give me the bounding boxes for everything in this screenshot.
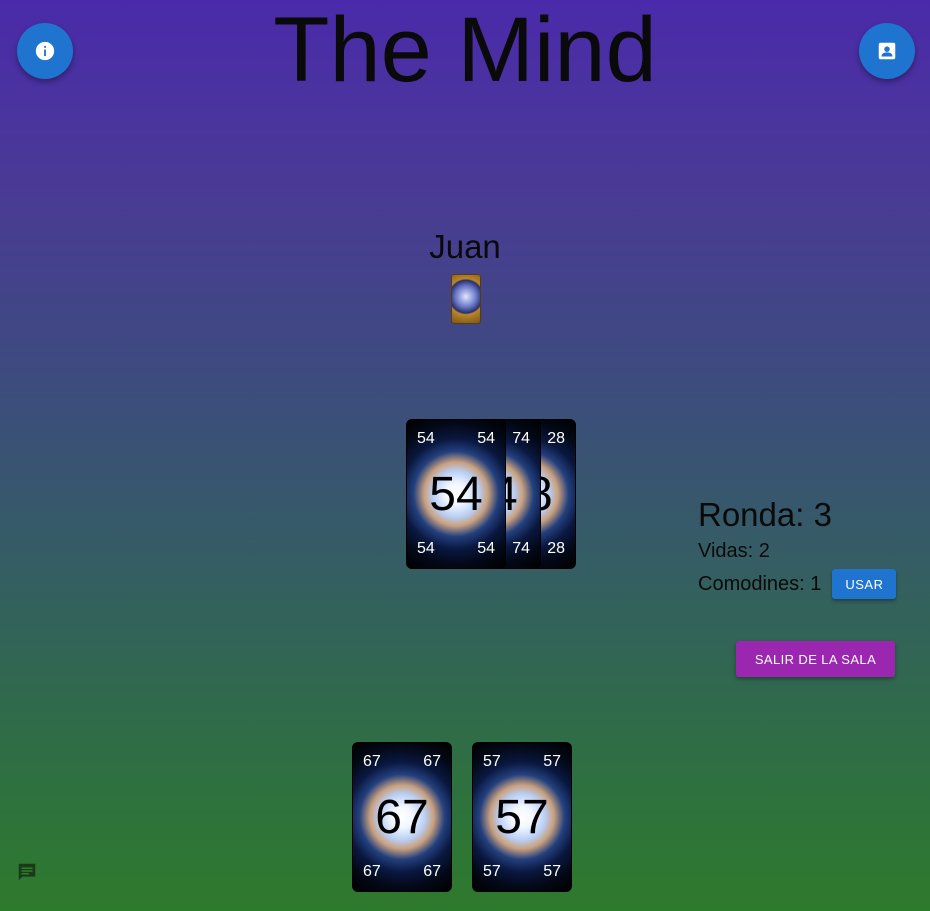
card-value: 67 [375,791,429,844]
hand-card[interactable]: 67 67 67 67 67 [352,742,452,892]
card-corner: 54 [477,430,495,447]
round-label: Ronda: 3 [698,496,832,533]
card-corner: 67 [363,863,381,880]
card-corner: 57 [483,863,501,880]
card-corner: 54 [417,430,435,447]
game-title: The Mind [273,0,657,101]
card-corner: 74 [512,430,530,447]
card-corner: 57 [543,753,561,770]
card-corner: 28 [547,430,565,447]
hand-card[interactable]: 57 57 57 57 57 [472,742,572,892]
leave-room-button[interactable]: SALIR DE LA SALA [736,641,895,677]
chat-icon[interactable] [16,861,38,883]
card-corner: 28 [547,540,565,557]
game-status-panel: Ronda: 3 Vidas: 2 Comodines: 1 USAR [698,496,897,599]
card-corner: 54 [417,540,435,557]
card-value: 54 [429,468,483,521]
card-corner: 57 [483,753,501,770]
player-card-back [451,274,481,324]
use-joker-button[interactable]: USAR [832,569,897,599]
player-name: Juan [429,228,501,265]
card-corner: 57 [543,863,561,880]
card-corner: 67 [423,753,441,770]
card-corner: 67 [423,863,441,880]
card-corner: 54 [477,540,495,557]
played-card-top: 54 54 54 54 54 [406,419,506,569]
card-value: 57 [495,791,549,844]
card-corner: 67 [363,753,381,770]
card-corner: 74 [512,540,530,557]
jokers-label: Comodines: 1 [698,572,822,595]
lives-label: Vidas: 2 [698,540,770,562]
jokers-row: Comodines: 1 USAR [698,569,897,599]
